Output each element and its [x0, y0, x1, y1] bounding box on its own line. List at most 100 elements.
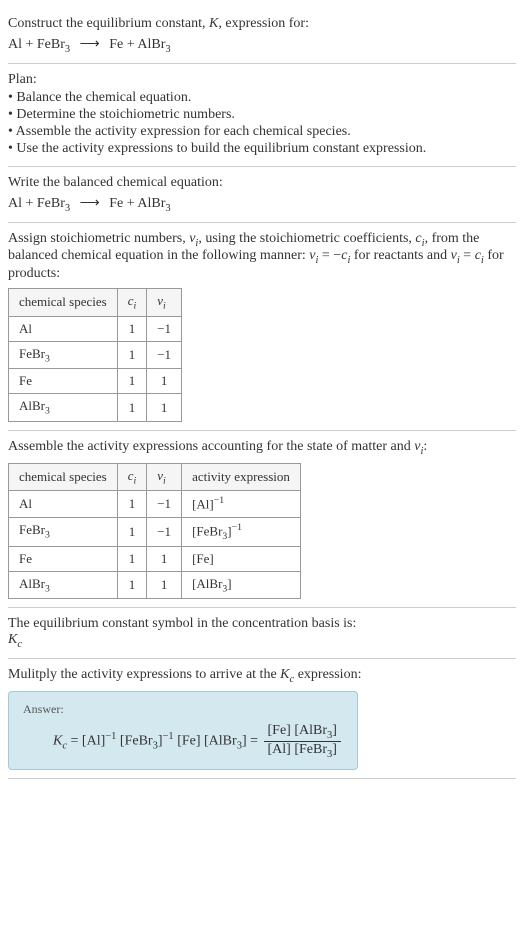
stoich-t2: , using the stoichiometric coefficients,	[198, 231, 415, 246]
activity-table: chemical species ci νi activity expressi…	[8, 463, 301, 599]
den-close: ]	[332, 742, 337, 757]
td-nui: 1	[147, 369, 182, 394]
intro-equation: Al + FeBr3 ⟶ Fe + AlBr3	[8, 36, 516, 55]
td-activity: [Al]−1	[182, 491, 301, 517]
table-row: Fe 1 1 [Fe]	[9, 546, 301, 571]
answer-s2: −1	[163, 731, 174, 742]
num-close: ]	[332, 723, 337, 738]
td-species-sub: 3	[45, 353, 50, 364]
th-nui: νi	[147, 463, 182, 491]
arrow-icon: ⟶	[80, 37, 100, 52]
answer-numerator: [Fe] [AlBr3]	[264, 723, 341, 742]
stoich-table: chemical species ci νi Al 1 −1 FeBr3 1 −…	[8, 288, 182, 422]
balanced-equation: Al + FeBr3 ⟶ Fe + AlBr3	[8, 195, 516, 214]
answer-fraction: [Fe] [AlBr3] [Al] [FeBr3]	[264, 723, 341, 760]
kcbasis-section: The equilibrium constant symbol in the c…	[8, 608, 516, 659]
td-nui: 1	[147, 571, 182, 599]
th-activity: activity expression	[182, 463, 301, 491]
intro-k: K	[209, 16, 218, 31]
th-ci: ci	[117, 463, 147, 491]
act-close: ]	[227, 576, 231, 591]
td-activity: [AlBr3]	[182, 571, 301, 599]
intro-text: Construct the equilibrium constant, K, e…	[8, 16, 516, 32]
answer-t1: [Al]	[82, 733, 105, 748]
th-species: chemical species	[9, 289, 118, 317]
td-species-base: AlBr	[19, 576, 45, 591]
td-nui: −1	[147, 316, 182, 341]
th-nui-sub: i	[163, 301, 166, 312]
td-species: Fe	[9, 369, 118, 394]
plan-item: • Determine the stoichiometric numbers.	[8, 107, 516, 123]
act-base: [Al]	[192, 497, 214, 512]
arrow-icon: ⟶	[80, 196, 100, 211]
kcbasis-symbol: Kc	[8, 632, 516, 650]
table-header-row: chemical species ci νi activity expressi…	[9, 463, 301, 491]
table-row: FeBr3 1 −1	[9, 341, 182, 369]
td-nui: −1	[147, 491, 182, 517]
td-species: AlBr3	[9, 571, 118, 599]
td-species: AlBr3	[9, 394, 118, 422]
act-base: [AlBr	[192, 576, 222, 591]
answer-denominator: [Al] [FeBr3]	[264, 742, 341, 760]
answer-t3close: ] =	[242, 733, 262, 748]
num-t: [Fe] [AlBr	[268, 723, 328, 738]
intro-section: Construct the equilibrium constant, K, e…	[8, 8, 516, 64]
td-ci: 1	[117, 316, 147, 341]
table-row: AlBr3 1 1 [AlBr3]	[9, 571, 301, 599]
td-species-sub: 3	[45, 530, 50, 541]
stoich-section: Assign stoichiometric numbers, νi , using…	[8, 223, 516, 431]
th-nui: νi	[147, 289, 182, 317]
plan-section: Plan: • Balance the chemical equation. •…	[8, 64, 516, 167]
kcbasis-text: The equilibrium constant symbol in the c…	[8, 616, 516, 632]
activity-text: Assemble the activity expressions accoun…	[8, 439, 516, 457]
multiply-section: Mulitply the activity expressions to arr…	[8, 659, 516, 779]
td-ci: 1	[117, 369, 147, 394]
multiply-t1: Mulitply the activity expressions to arr…	[8, 667, 280, 682]
den-t: [Al] [FeBr	[268, 742, 328, 757]
balanced-section: Write the balanced chemical equation: Al…	[8, 167, 516, 223]
th-ci-sub: i	[134, 301, 137, 312]
answer-eq: =	[67, 733, 82, 748]
td-species: FeBr3	[9, 341, 118, 369]
plan-list: • Balance the chemical equation. • Deter…	[8, 90, 516, 157]
intro-eq-right: Fe + AlBr	[109, 37, 165, 52]
answer-t3: [Fe] [AlBr	[174, 733, 237, 748]
activity-t1: Assemble the activity expressions accoun…	[8, 439, 414, 454]
table-row: Al 1 −1	[9, 316, 182, 341]
activity-section: Assemble the activity expressions accoun…	[8, 431, 516, 608]
td-ci: 1	[117, 546, 147, 571]
intro-eq-left: Al + FeBr	[8, 37, 65, 52]
plan-title: Plan:	[8, 72, 516, 88]
multiply-k: K	[280, 667, 289, 682]
td-nui: −1	[147, 341, 182, 369]
balanced-eq-right: Fe + AlBr	[109, 196, 165, 211]
stoich-t4: for reactants and	[350, 248, 450, 263]
stoich-eq1: = −	[318, 248, 341, 263]
td-species-base: FeBr	[19, 346, 45, 361]
act-sup: −1	[232, 522, 242, 533]
td-species: Al	[9, 316, 118, 341]
td-species-sub: 3	[45, 583, 50, 594]
td-species: Fe	[9, 546, 118, 571]
td-species-base: AlBr	[19, 398, 45, 413]
th-nui-sub: i	[163, 475, 166, 486]
activity-t2: :	[423, 439, 427, 454]
answer-expression: Kc = [Al]−1 [FeBr3]−1 [Fe] [AlBr3] = [Fe…	[23, 723, 343, 760]
answer-s1: −1	[105, 731, 116, 742]
th-ci: ci	[117, 289, 147, 317]
table-row: Fe 1 1	[9, 369, 182, 394]
table-row: FeBr3 1 −1 [FeBr3]−1	[9, 517, 301, 546]
stoich-eq2: =	[460, 248, 475, 263]
intro-prompt: Construct the equilibrium constant,	[8, 16, 209, 31]
stoich-t1: Assign stoichiometric numbers,	[8, 231, 189, 246]
td-species: FeBr3	[9, 517, 118, 546]
multiply-text: Mulitply the activity expressions to arr…	[8, 667, 516, 685]
plan-item: • Balance the chemical equation.	[8, 90, 516, 106]
answer-t2: [FeBr	[116, 733, 152, 748]
td-ci: 1	[117, 394, 147, 422]
intro-eq-sub2: 3	[165, 44, 170, 55]
td-nui: −1	[147, 517, 182, 546]
intro-prompt2: , expression for:	[218, 16, 309, 31]
th-species: chemical species	[9, 463, 118, 491]
td-species-sub: 3	[45, 406, 50, 417]
